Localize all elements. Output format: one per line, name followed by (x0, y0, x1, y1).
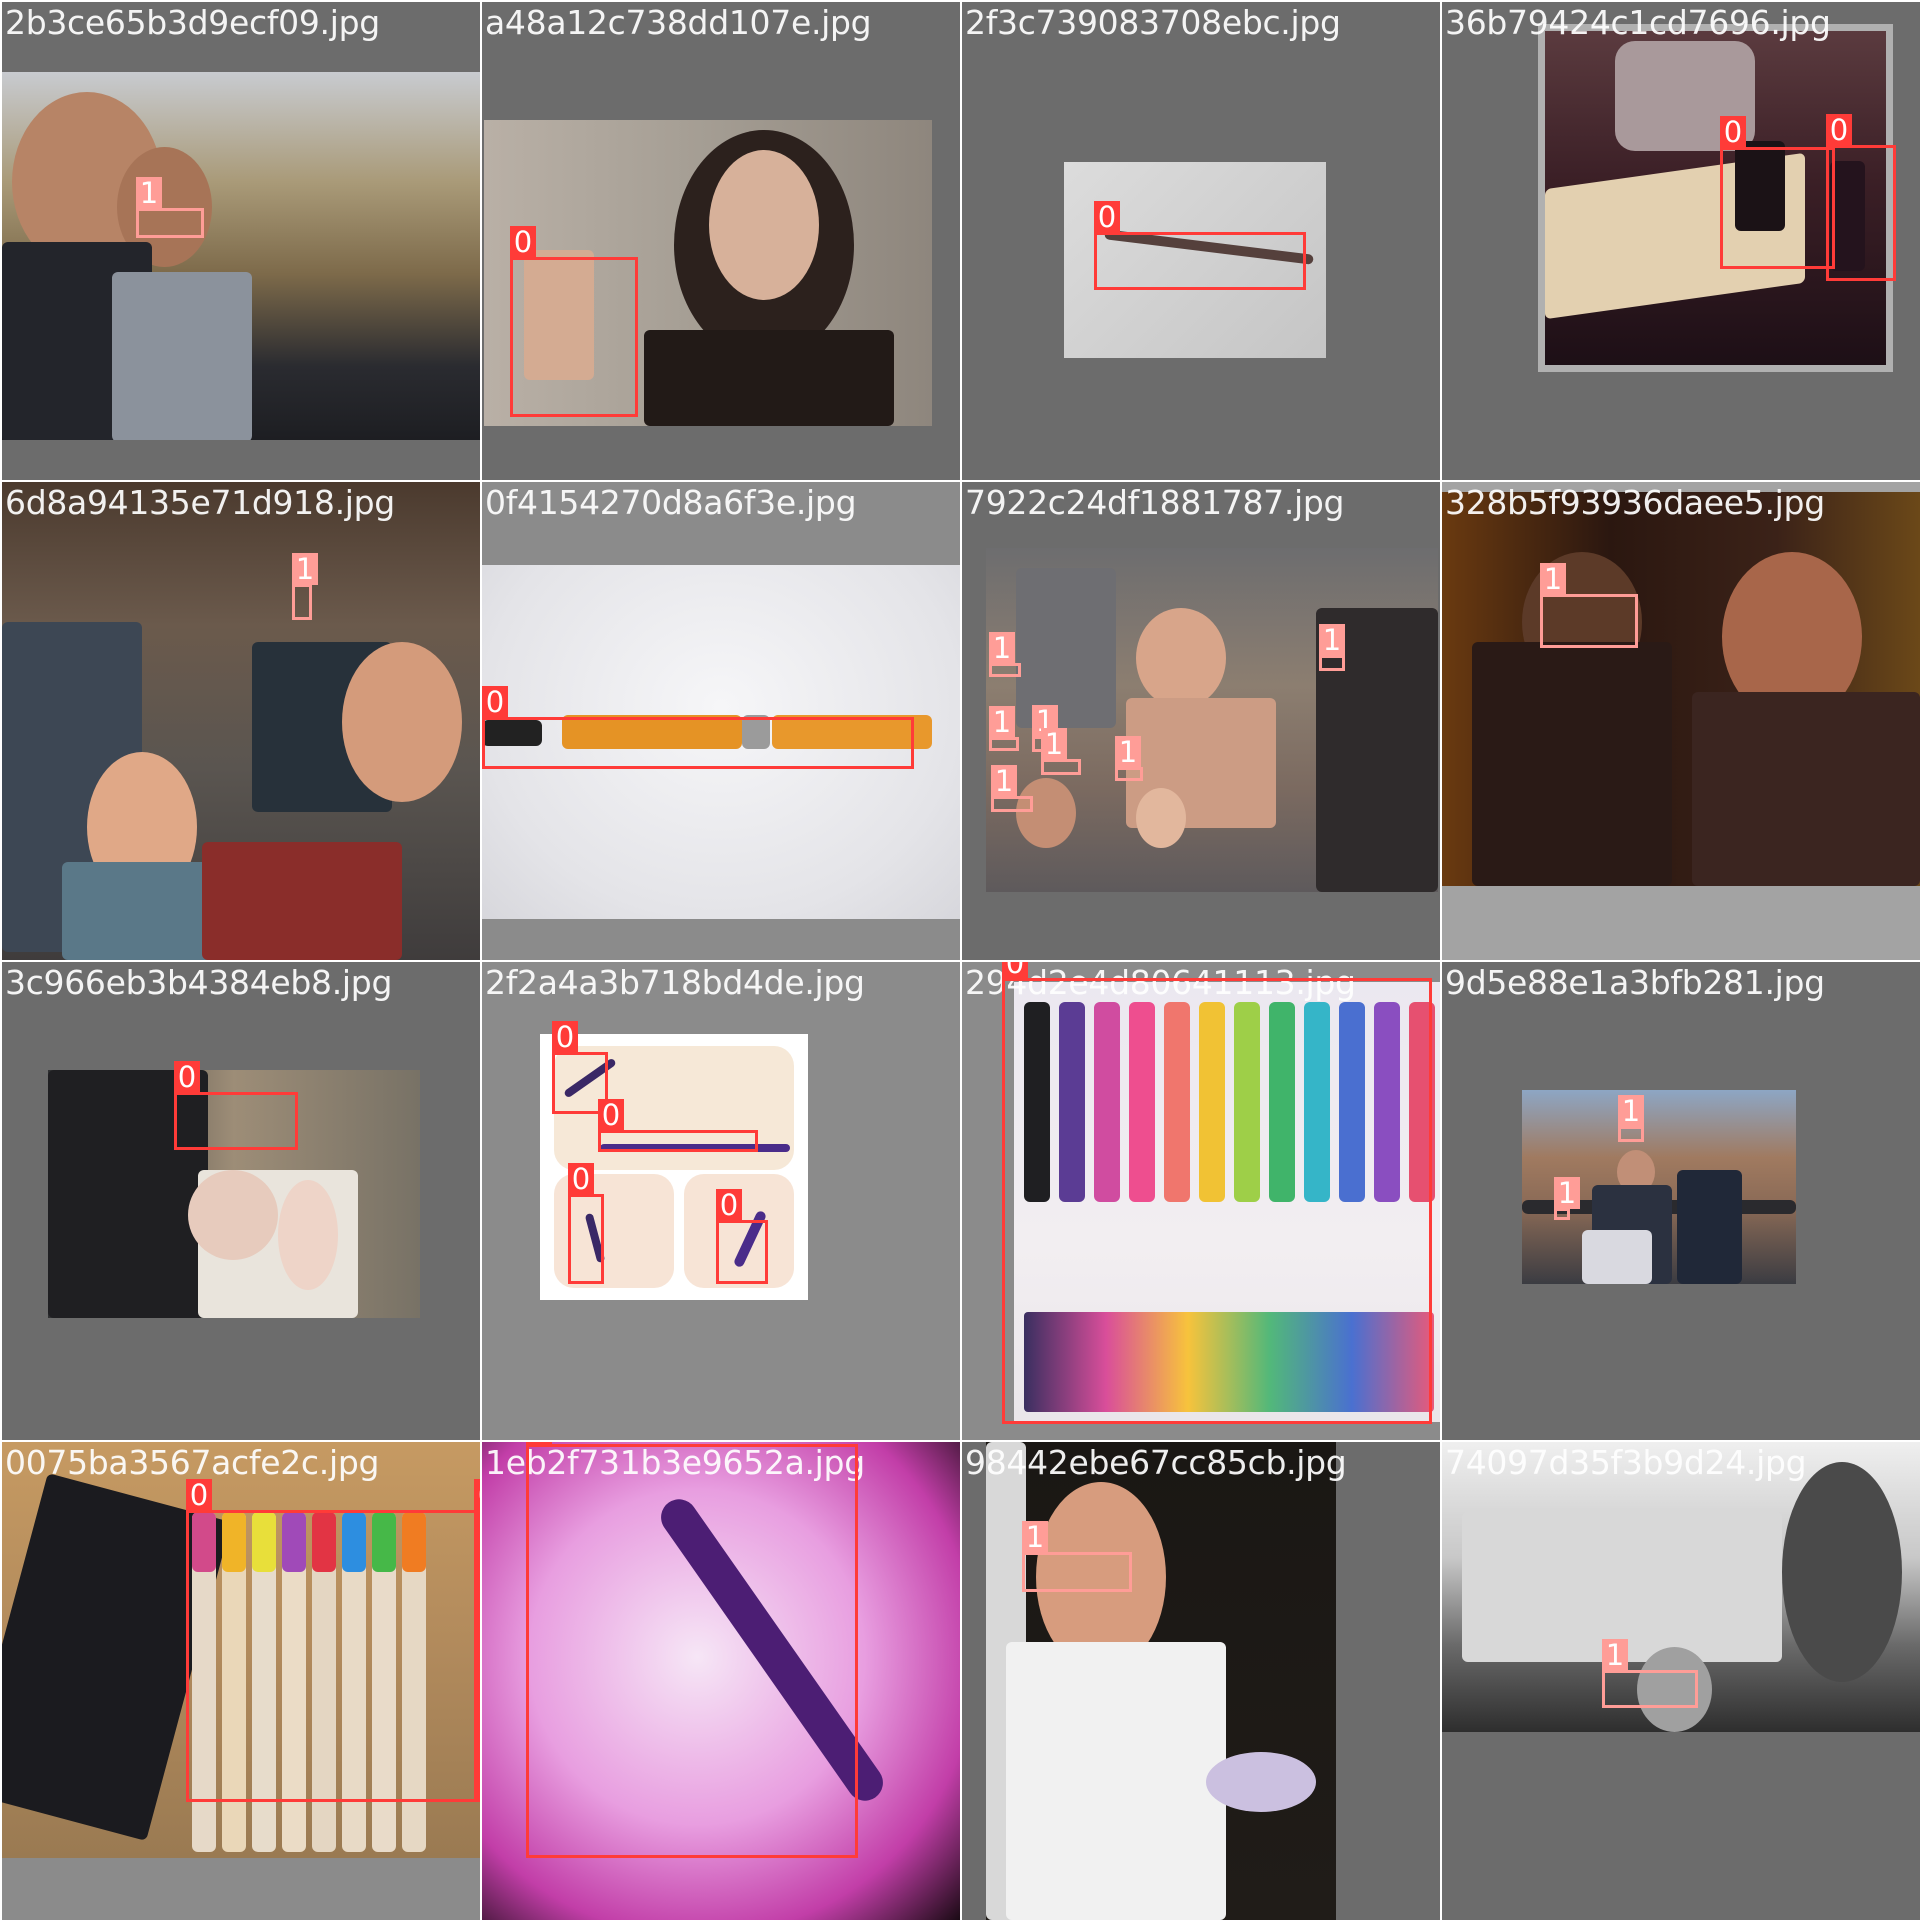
tile-filename: 9d5e88e1a3bfb281.jpg (1445, 963, 1825, 1002)
bounding-box[interactable]: 1 (1022, 1521, 1132, 1592)
bounding-box[interactable]: 0 (1094, 201, 1306, 290)
tile-photo (1442, 492, 1920, 886)
bounding-box-class-label: 0 (1002, 962, 1028, 979)
bounding-box-class-label: 0 (552, 1021, 578, 1053)
tile-filename: 0075ba3567acfe2c.jpg (5, 1443, 380, 1482)
tile[interactable]: 1eb2f731b3e9652a.jpg 0 (482, 1442, 960, 1920)
bounding-box-class-label: 1 (136, 177, 162, 209)
bounding-box[interactable]: 1 (1319, 624, 1345, 671)
tile-filename: 98442ebe67cc85cb.jpg (965, 1443, 1347, 1482)
bounding-box-class-label: 0 (474, 1479, 480, 1511)
tile-filename: 0f4154270d8a6f3e.jpg (485, 483, 857, 522)
bounding-box[interactable]: 0 (186, 1479, 480, 1802)
tile[interactable]: 7922c24df1881787.jpg 1 1 1 1 1 1 1 (962, 482, 1440, 960)
bounding-box-class-label: 1 (1319, 624, 1345, 656)
bounding-box[interactable]: 1 (1602, 1639, 1698, 1708)
bounding-box-class-label: 1 (1618, 1095, 1644, 1127)
bounding-box[interactable]: 0 (716, 1189, 768, 1284)
bounding-box-class-label: 1 (1602, 1639, 1628, 1671)
tile[interactable]: 0f4154270d8a6f3e.jpg 0 (482, 482, 960, 960)
bounding-box-class-label: 0 (482, 686, 508, 718)
bounding-box[interactable]: 1 (1618, 1095, 1644, 1142)
bounding-box[interactable]: 1 (1041, 728, 1081, 775)
tile-filename: 6d8a94135e71d918.jpg (5, 483, 395, 522)
tile[interactable]: 98442ebe67cc85cb.jpg 1 (962, 1442, 1440, 1920)
bounding-box-class-label: 0 (1826, 114, 1852, 146)
bounding-box[interactable]: 0 (510, 226, 638, 417)
tile-filename: 2f2a4a3b718bd4de.jpg (485, 963, 865, 1002)
bounding-box[interactable]: 0 (526, 1442, 858, 1858)
tile[interactable]: 328b5f93936daee5.jpg 1 (1442, 482, 1920, 960)
tile-filename: 74097d35f3b9d24.jpg (1445, 1443, 1807, 1482)
tile[interactable]: 74097d35f3b9d24.jpg 1 (1442, 1442, 1920, 1920)
tile[interactable]: a48a12c738dd107e.jpg 0 (482, 2, 960, 480)
tile-filename: 36b79424c1cd7696.jpg (1445, 3, 1831, 42)
bounding-box-class-label: 1 (1115, 736, 1141, 768)
bounding-box[interactable]: 0 (1002, 962, 1432, 1424)
bounding-box[interactable]: 0 (1720, 116, 1835, 269)
tile-photo (986, 1442, 1336, 1920)
bounding-box[interactable]: 0 (598, 1099, 758, 1152)
bounding-box-class-label: 1 (1041, 728, 1067, 760)
bounding-box-class-label: 1 (991, 765, 1017, 797)
tile-photo (2, 482, 480, 960)
bounding-box-class-label: 0 (510, 226, 536, 258)
bounding-box-class-label: 1 (1022, 1521, 1048, 1553)
bounding-box-class-label: 0 (598, 1099, 624, 1131)
bounding-box-class-label: 0 (186, 1479, 212, 1511)
tile-filename: 7922c24df1881787.jpg (965, 483, 1345, 522)
bounding-box[interactable]: 1 (991, 765, 1033, 812)
bounding-box-class-label: 0 (174, 1061, 200, 1093)
bounding-box[interactable]: 0 (474, 1479, 480, 1802)
bounding-box[interactable]: 0 (174, 1061, 298, 1150)
bounding-box-class-label: 1 (989, 706, 1015, 738)
bounding-box[interactable]: 0 (568, 1163, 604, 1284)
bounding-box-class-label: 1 (989, 632, 1015, 664)
bounding-box[interactable]: 1 (989, 706, 1019, 751)
tile[interactable]: 294d2e4d80641113.jpg 0 (962, 962, 1440, 1440)
bounding-box-class-label: 1 (1554, 1177, 1580, 1209)
tile-filename: 2b3ce65b3d9ecf09.jpg (5, 3, 380, 42)
bounding-box-class-label: 1 (292, 553, 318, 585)
tile-filename: 328b5f93936daee5.jpg (1445, 483, 1825, 522)
bounding-box[interactable]: 1 (989, 632, 1021, 677)
bounding-box-class-label: 0 (1720, 116, 1746, 148)
detection-mosaic-grid: 2b3ce65b3d9ecf09.jpg 1 a48a12c738dd107e.… (0, 0, 1920, 1920)
tile-filename: 3c966eb3b4384eb8.jpg (5, 963, 393, 1002)
bounding-box-class-label: 0 (716, 1189, 742, 1221)
tile[interactable]: 9d5e88e1a3bfb281.jpg 1 1 (1442, 962, 1920, 1440)
tile[interactable]: 2f3c739083708ebc.jpg 0 (962, 2, 1440, 480)
bounding-box[interactable]: 1 (1115, 736, 1143, 781)
bounding-box[interactable]: 0 (1826, 114, 1896, 281)
bounding-box-class-label: 0 (1094, 201, 1120, 233)
bounding-box[interactable]: 1 (1540, 563, 1638, 648)
bounding-box[interactable]: 1 (136, 177, 204, 238)
tile[interactable]: 3c966eb3b4384eb8.jpg 0 (2, 962, 480, 1440)
bounding-box-class-label: 1 (1540, 563, 1566, 595)
bounding-box[interactable]: 1 (1554, 1177, 1580, 1220)
tile-photo (2, 72, 480, 440)
tile[interactable]: 2b3ce65b3d9ecf09.jpg 1 (2, 2, 480, 480)
tile[interactable]: 2f2a4a3b718bd4de.jpg 0 0 0 0 (482, 962, 960, 1440)
tile[interactable]: 6d8a94135e71d918.jpg 1 (2, 482, 480, 960)
tile[interactable]: 36b79424c1cd7696.jpg 0 0 (1442, 2, 1920, 480)
bounding-box-class-label: 0 (526, 1442, 552, 1445)
tile[interactable]: 0075ba3567acfe2c.jpg 0 0 (2, 1442, 480, 1920)
bounding-box-class-label: 0 (568, 1163, 594, 1195)
tile-filename: 2f3c739083708ebc.jpg (965, 3, 1341, 42)
tile-filename: a48a12c738dd107e.jpg (485, 3, 872, 42)
bounding-box[interactable]: 1 (292, 553, 318, 620)
bounding-box[interactable]: 0 (482, 686, 914, 769)
